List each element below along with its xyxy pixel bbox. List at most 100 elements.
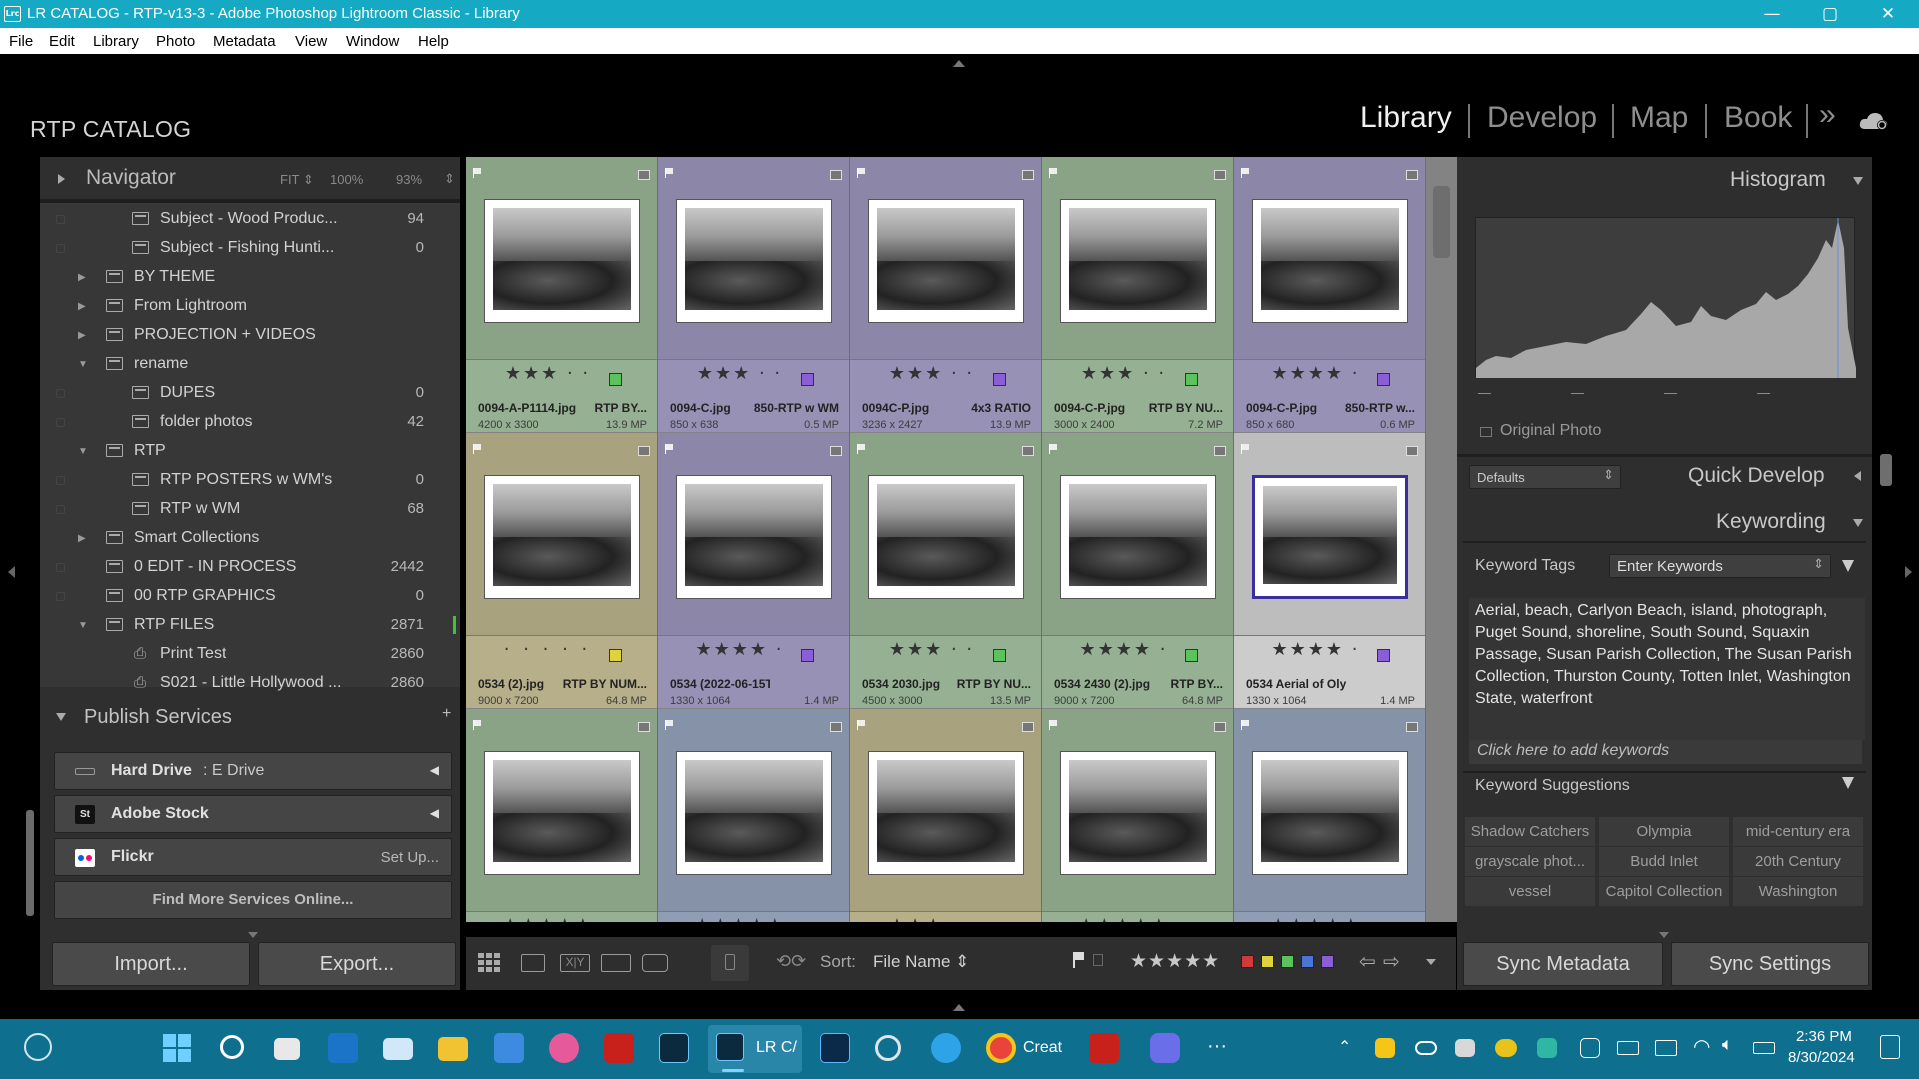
color-label-yellow[interactable] (1261, 955, 1274, 968)
flag-icon[interactable] (1241, 444, 1250, 454)
metadata-badge-icon[interactable] (1022, 170, 1034, 180)
menu-window[interactable]: Window (346, 33, 399, 50)
quick-develop-expand-icon[interactable] (1854, 471, 1861, 481)
settings-icon[interactable] (875, 1035, 901, 1061)
keyword-tags-filter-icon[interactable] (1842, 560, 1854, 572)
publish-service-flickr[interactable]: Flickr Set Up... (54, 838, 452, 876)
metadata-badge-icon[interactable] (1022, 722, 1034, 732)
display-icon[interactable] (1655, 1040, 1677, 1056)
tree-item[interactable]: Subject - Wood Produc... 94 (40, 205, 460, 234)
keyword-suggestion[interactable]: Budd Inlet (1599, 847, 1729, 876)
flag-icon[interactable] (665, 444, 674, 454)
tree-item[interactable]: RTP w WM 68 (40, 495, 460, 524)
photo-thumbnail[interactable] (868, 475, 1024, 599)
tree-item[interactable]: ▼ RTP (40, 437, 460, 466)
grid-cell[interactable]: ★★★★★ (1234, 709, 1426, 922)
target-checkbox[interactable] (56, 592, 65, 601)
expand-icon[interactable]: ▶ (78, 533, 86, 544)
collapse-icon[interactable]: ▼ (78, 620, 88, 631)
flag-icon[interactable] (1241, 168, 1250, 178)
volume-icon[interactable]: 🔈︎ (1722, 1034, 1733, 1055)
color-label[interactable] (1185, 649, 1198, 662)
flickr-setup-button[interactable]: Set Up... (381, 849, 439, 866)
tree-item[interactable]: DUPES 0 (40, 379, 460, 408)
keyword-suggestion[interactable]: grayscale phot... (1465, 847, 1595, 876)
service-arrow-icon[interactable]: ◀ (430, 763, 439, 777)
flag-icon[interactable] (857, 720, 866, 730)
tree-item[interactable]: ▼ rename (40, 350, 460, 379)
color-label-red[interactable] (1241, 955, 1254, 968)
settings-gear-icon[interactable] (24, 1033, 52, 1061)
expand-icon[interactable]: ▶ (78, 301, 86, 312)
keyword-suggestion[interactable]: Shadow Catchers (1465, 817, 1595, 846)
tray-drive-icon[interactable] (1375, 1038, 1395, 1058)
target-checkbox[interactable] (56, 476, 65, 485)
flag-icon[interactable] (473, 444, 482, 454)
photo-thumbnail[interactable] (1060, 475, 1216, 599)
grid-cell[interactable]: ★★★★★ (658, 709, 850, 922)
histogram-graph[interactable] (1475, 217, 1856, 378)
keywords-textarea[interactable]: Aerial, beach, Carlyon Beach, island, ph… (1469, 598, 1865, 740)
find-more-services-button[interactable]: Find More Services Online... (54, 881, 452, 919)
copilot-icon[interactable] (1150, 1033, 1180, 1063)
expand-icon[interactable]: ▶ (78, 272, 86, 283)
navigator-header[interactable]: Navigator FIT ⇕ 100% 93% ⇕ (40, 157, 460, 199)
right-panel-scrollbar[interactable] (1880, 454, 1892, 486)
grid-scrollbar[interactable] (1433, 186, 1450, 258)
more-modules-icon[interactable]: » (1819, 98, 1836, 132)
outlook-icon[interactable] (328, 1033, 358, 1063)
top-panel-toggle-icon[interactable] (953, 60, 965, 67)
tree-item[interactable]: RTP POSTERS w WM's 0 (40, 466, 460, 495)
flag-icon[interactable] (1049, 168, 1058, 178)
right-panel-toggle-icon[interactable] (1905, 566, 1912, 578)
module-book[interactable]: Book (1724, 101, 1792, 135)
publish-service-adobe-stock[interactable]: St Adobe Stock ◀ (54, 795, 452, 833)
people-view-icon[interactable] (642, 954, 668, 972)
more-apps-icon[interactable]: ··· (1207, 1035, 1227, 1058)
metadata-badge-icon[interactable] (1022, 446, 1034, 456)
notification-bell-icon[interactable] (1880, 1035, 1900, 1059)
sync-settings-button[interactable]: Sync Settings (1671, 942, 1869, 986)
metadata-badge-icon[interactable] (638, 170, 650, 180)
flag-icon[interactable] (665, 168, 674, 178)
metadata-badge-icon[interactable] (830, 446, 842, 456)
keyword-tags-select[interactable]: Enter Keywords ⇕ (1609, 554, 1831, 578)
onedrive-icon[interactable] (1495, 1039, 1517, 1057)
flag-pick-icon[interactable] (1073, 952, 1085, 968)
photo-thumbnail[interactable] (1060, 199, 1216, 323)
grid-cell[interactable]: ★★★ · · 0094C-P.jpg 4x3 RATIO 3236 x 2427 1… (850, 157, 1042, 433)
publish-collapse-icon[interactable] (56, 713, 66, 721)
menu-library[interactable]: Library (93, 33, 139, 50)
flag-icon[interactable] (473, 720, 482, 730)
color-label-green[interactable] (1281, 955, 1294, 968)
pen-icon[interactable] (1580, 1038, 1600, 1058)
battery-icon[interactable] (1753, 1042, 1775, 1054)
metadata-badge-icon[interactable] (1406, 170, 1418, 180)
previous-photo-icon[interactable]: ⇦ (1359, 949, 1376, 974)
lightroom-classic-taskbar-item[interactable]: LR C/ (708, 1025, 802, 1073)
collapse-icon[interactable]: ▼ (78, 446, 88, 457)
search-icon[interactable] (220, 1035, 244, 1059)
menu-photo[interactable]: Photo (156, 33, 195, 50)
star-rating[interactable]: ★★★★★ (466, 915, 643, 922)
export-button[interactable]: Export... (258, 942, 456, 986)
color-label[interactable] (993, 649, 1006, 662)
flag-icon[interactable] (1049, 444, 1058, 454)
target-checkbox[interactable] (56, 505, 65, 514)
target-checkbox[interactable] (56, 215, 65, 224)
keyword-suggestion[interactable]: Washington (1733, 877, 1863, 906)
sort-order-select[interactable]: File Name ⇕ (873, 952, 969, 972)
photo-thumbnail[interactable] (1252, 751, 1408, 875)
tree-item[interactable]: ▶ Smart Collections (40, 524, 460, 553)
rotate-icon[interactable]: ⟲⟳ (776, 951, 806, 972)
target-checkbox[interactable] (56, 389, 65, 398)
grid-cell[interactable]: ★★★ · · 0094-C-P.jpg RTP BY NU... 3000 x 2… (1042, 157, 1234, 433)
metadata-badge-icon[interactable] (638, 722, 650, 732)
dropbox-icon[interactable] (1455, 1039, 1475, 1057)
star-rating[interactable]: ★★★ · · (836, 915, 1027, 922)
metadata-badge-icon[interactable] (830, 722, 842, 732)
tree-item[interactable]: ⎙ S021 - Little Hollywood ... 2860 (40, 669, 460, 698)
tree-item[interactable]: Subject - Fishing Hunti... 0 (40, 234, 460, 263)
saved-preset-select[interactable]: Defaults ⇕ (1469, 465, 1621, 489)
menu-metadata[interactable]: Metadata (213, 33, 276, 50)
